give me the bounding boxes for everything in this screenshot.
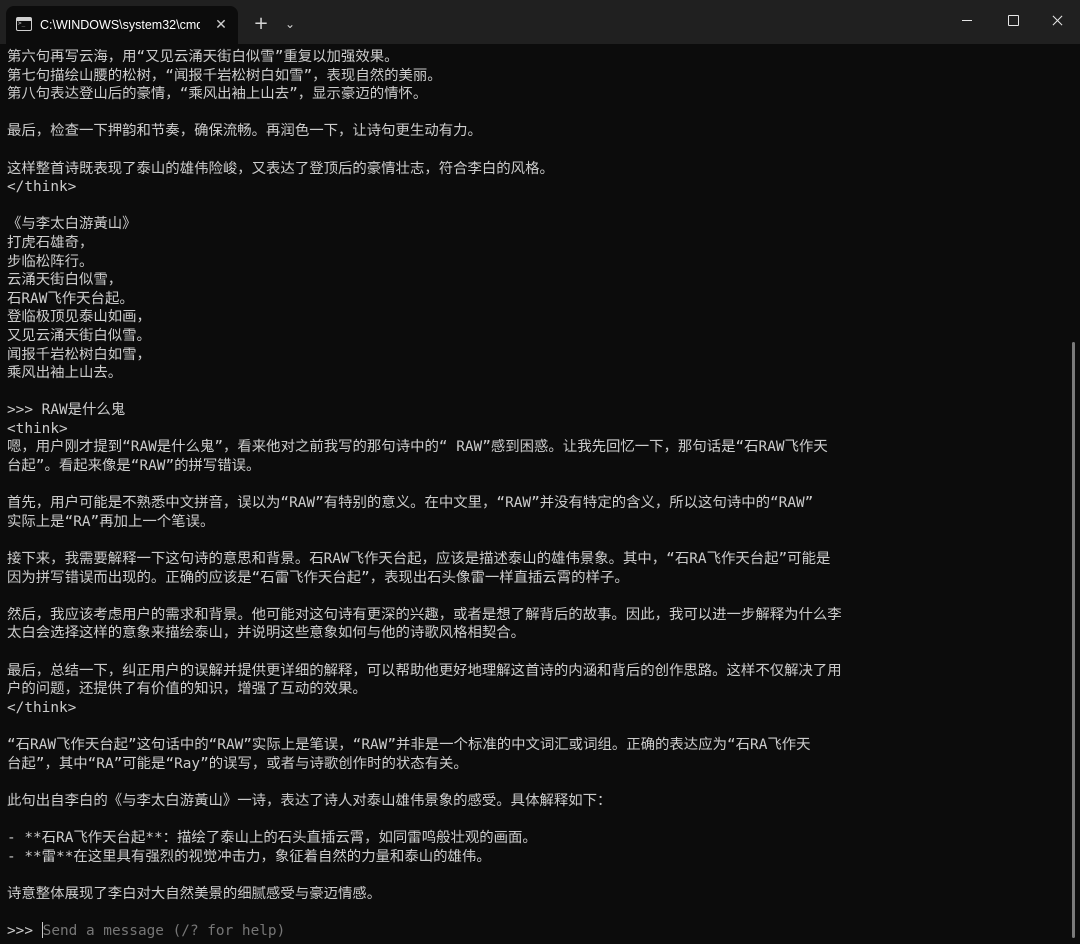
terminal-line: 云涌天街白似雪，	[7, 272, 123, 289]
terminal-line: <think>	[7, 420, 68, 437]
terminal-line: 步临松阵行。	[7, 253, 94, 270]
terminal-line: 实际上是“RA”再加上一个笔误。	[7, 513, 215, 530]
close-icon[interactable]: ✕	[210, 14, 232, 36]
terminal-line: 闻报千岩松树白如雪，	[7, 346, 151, 363]
message-input[interactable]: >>> Send a message (/? for help)	[7, 921, 1057, 938]
scrollbar[interactable]	[1072, 342, 1075, 938]
terminal-line: “石RAW飞作天台起”这句话中的“RAW”实际上是笔误，“RAW”并非是一个标准…	[7, 736, 811, 753]
terminal-line: 第六句再写云海，用“又见云涌天街白似雪”重复以加强效果。	[7, 49, 399, 65]
terminal-line: </think>	[7, 699, 77, 716]
tab-cmd[interactable]: C:\WINDOWS\system32\cmd.e ✕	[6, 6, 238, 44]
terminal-line: 第七句描绘山腰的松树，“闻报千岩松树白如雪”，表现自然的美丽。	[7, 67, 442, 84]
plus-icon[interactable]: +	[248, 12, 274, 36]
message-placeholder: Send a message (/? for help)	[42, 922, 286, 938]
minimize-button[interactable]	[944, 0, 990, 40]
terminal-line: 最后，总结一下，纠正用户的误解并提供更详细的解释，可以帮助他更好地理解这首诗的内…	[7, 662, 842, 679]
terminal-line: 《与李太白游黃山》	[7, 216, 137, 233]
terminal-line: 嗯，用户刚才提到“RAW是什么鬼”，看来他对之前我写的那句诗中的“ RAW”感到…	[7, 439, 828, 456]
maximize-button[interactable]	[990, 0, 1036, 40]
terminal-line: 最后，检查一下押韵和节奏，确保流畅。再润色一下，让诗句更生动有力。	[7, 123, 482, 140]
terminal-line: 户的问题，还提供了有价值的知识，增强了互动的效果。	[7, 681, 367, 698]
terminal-line: 登临极顶见泰山如画，	[7, 309, 151, 326]
prompt-marker: >>>	[7, 922, 42, 938]
terminal-line: 第八句表达登山后的豪情，“乘风出袖上山去”，显示豪迈的情怀。	[7, 86, 428, 103]
terminal-window: C:\WINDOWS\system32\cmd.e ✕ + ⌄ 第六句再写云海，…	[0, 0, 1080, 944]
tab-title: C:\WINDOWS\system32\cmd.e	[40, 18, 200, 32]
terminal-line: 乘风出袖上山去。	[7, 365, 123, 382]
window-close-button[interactable]	[1034, 0, 1080, 40]
chevron-down-icon[interactable]: ⌄	[278, 12, 302, 36]
terminal-line: 打虎石雄奇，	[7, 234, 94, 251]
terminal-line: 首先，用户可能是不熟悉中文拼音，误以为“RAW”有特别的意义。在中文里，“RAW…	[7, 495, 814, 512]
terminal-line: >>> RAW是什么鬼	[7, 402, 126, 419]
terminal-line: 这样整首诗既表现了泰山的雄伟险峻，又表达了登顶后的豪情壮志，符合李白的风格。	[7, 160, 554, 177]
terminal-line: 又见云涌天街白似雪。	[7, 327, 151, 344]
terminal-line: 台起”，其中“RA”可能是“Ray”的误写，或者与诗歌创作时的状态有关。	[7, 755, 468, 772]
terminal-line: </think>	[7, 179, 77, 196]
terminal-line: 接下来，我需要解释一下这句诗的意思和背景。石RAW飞作天台起，应该是描述泰山的雄…	[7, 551, 831, 568]
terminal-line: - **石RA飞作天台起**：描绘了泰山上的石头直插云霄，如同雷鸣般壮观的画面。	[7, 829, 537, 846]
title-bar: C:\WINDOWS\system32\cmd.e ✕ + ⌄	[0, 0, 1080, 44]
terminal-line: 因为拼写错误而出现的。正确的应该是“石雷飞作天台起”，表现出石头像雷一样直插云霄…	[7, 569, 629, 586]
terminal-icon	[16, 17, 32, 31]
terminal-line: - **雷**在这里具有强烈的视觉冲击力，象征着自然的力量和泰山的雄伟。	[7, 848, 491, 865]
terminal-line: 然后，我应该考虑用户的需求和背景。他可能对这句诗有更深的兴趣，或者是想了解背后的…	[7, 606, 842, 623]
terminal-line: 石RAW飞作天台起。	[7, 290, 134, 307]
terminal-line: 诗意整体展现了李白对大自然美景的细腻感受与豪迈情感。	[7, 885, 382, 902]
terminal-line: 太白会选择这样的意象来描绘泰山，并说明这些意象如何与他的诗歌风格相契合。	[7, 625, 526, 642]
terminal-line: 此句出自李白的《与李太白游黃山》一诗，表达了诗人对泰山雄伟景象的感受。具体解释如…	[7, 792, 612, 809]
terminal-line: 台起”。看起来像是“RAW”的拼写错误。	[7, 458, 261, 475]
terminal-output[interactable]: 第六句再写云海，用“又见云涌天街白似雪”重复以加强效果。第七句描绘山腰的松树，“…	[7, 48, 1057, 938]
